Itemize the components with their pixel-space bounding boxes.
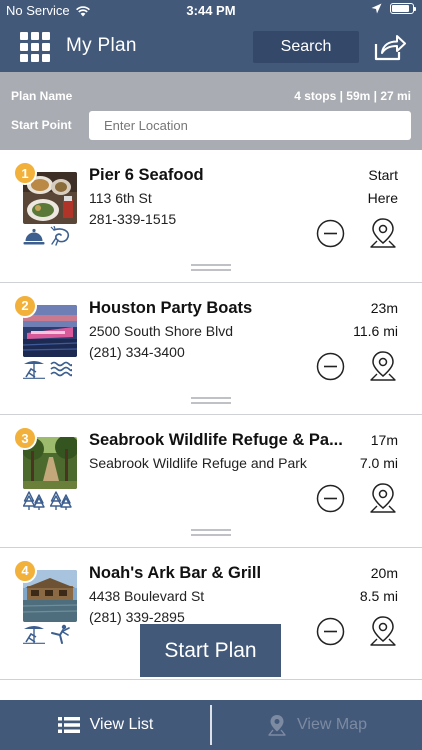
stop-name: Pier 6 Seafood [89, 166, 204, 184]
battery-fill [392, 5, 409, 12]
stop-address: 4438 Boulevard St [89, 587, 205, 604]
beach-chair-icon [23, 360, 45, 379]
drag-handle[interactable] [191, 396, 231, 404]
beach-chair-icon [23, 625, 45, 644]
stop-number-badge: 3 [13, 426, 37, 450]
stop-number-badge: 4 [13, 558, 37, 583]
stop-item[interactable]: 3 Seabrook Wildlife Refuge & Pa... Seabr… [0, 415, 422, 548]
stop-phone[interactable]: (281) 334-3400 [89, 344, 185, 360]
stop-travel-time: 23m [370, 299, 398, 316]
tab-view-list[interactable]: View List [0, 700, 211, 750]
status-bar: No Service 3:44 PM [0, 0, 422, 22]
stop-name: Noah's Ark Bar & Grill [89, 563, 262, 582]
trees-icon [23, 491, 45, 510]
location-arrow-icon [371, 3, 382, 14]
stop-phone[interactable]: 281-339-1515 [89, 211, 176, 227]
start-point-label: Start Point [11, 118, 72, 132]
nav-bar: My Plan Search [0, 22, 422, 72]
stop-distance: 7.0 mi [359, 455, 398, 471]
map-pin-icon[interactable] [368, 350, 398, 383]
trees-icon [50, 491, 72, 510]
plan-stats: 4 stops | 59m | 27 mi [294, 89, 411, 103]
waves-icon [50, 361, 72, 376]
remove-stop-icon[interactable] [316, 484, 345, 513]
stop-item[interactable]: 1 Pier 6 Seafood 113 6th St 281-339-1515… [0, 150, 422, 283]
map-pin-icon[interactable] [368, 482, 398, 515]
stop-address: 113 6th St [89, 190, 152, 206]
stop-category-icons [23, 624, 72, 644]
dining-cloche-icon [23, 228, 45, 245]
stop-number-badge: 2 [13, 293, 37, 318]
map-pin-icon[interactable] [368, 615, 398, 648]
start-location-input[interactable] [89, 111, 411, 140]
remove-stop-icon[interactable] [316, 617, 345, 646]
stop-phone[interactable]: (281) 339-2895 [89, 609, 185, 625]
map-pin-icon[interactable] [368, 217, 398, 250]
martial-arts-icon [51, 624, 70, 644]
stop-travel-time: 17m [370, 432, 398, 448]
plan-name-label: Plan Name [11, 89, 73, 103]
stop-name: Seabrook Wildlife Refuge & Pa... [89, 431, 343, 449]
bottom-tab-bar: View List View Map [0, 700, 422, 750]
stop-name: Houston Party Boats [89, 298, 253, 317]
stop-distance: 11.6 mi [353, 322, 398, 339]
share-export-icon [374, 35, 406, 61]
battery-icon [390, 3, 416, 14]
stop-travel-time: Start [368, 167, 398, 183]
stop-distance: Here [367, 190, 398, 206]
stop-category-icons [23, 226, 72, 246]
tab-view-map[interactable]: View Map [212, 700, 422, 750]
remove-stop-icon[interactable] [316, 219, 345, 248]
stop-category-icons [23, 359, 72, 379]
plan-header: Plan Name 4 stops | 59m | 27 mi Start Po… [0, 72, 422, 150]
tab-view-map-label: View Map [297, 716, 367, 733]
stop-number-badge: 1 [13, 161, 37, 185]
stop-distance: 8.5 mi [359, 587, 398, 604]
share-button[interactable] [372, 31, 408, 63]
page-title: My Plan [66, 35, 137, 56]
stop-item[interactable]: 2 Houston Party Boats 2500 South Shore B… [0, 282, 422, 415]
start-plan-button[interactable]: Start Plan [140, 624, 281, 677]
stop-travel-time: 20m [370, 564, 398, 581]
shrimp-icon [50, 226, 70, 246]
map-pin-icon [268, 715, 286, 736]
remove-stop-icon[interactable] [316, 352, 345, 381]
search-button[interactable]: Search [253, 31, 359, 63]
stops-list: 1 Pier 6 Seafood 113 6th St 281-339-1515… [0, 150, 422, 700]
drag-handle[interactable] [191, 529, 231, 536]
stop-category-icons [23, 491, 72, 511]
stop-address: 2500 South Shore Blvd [89, 322, 233, 339]
list-icon [57, 717, 80, 733]
grid-menu-icon[interactable] [20, 32, 50, 62]
app-root: No Service 3:44 PM My Plan Search Plan N… [0, 0, 422, 750]
stop-address: Seabrook Wildlife Refuge and Park [89, 455, 307, 471]
status-right [371, 3, 416, 14]
tab-view-list-label: View List [89, 716, 154, 733]
drag-handle[interactable] [191, 264, 231, 271]
status-time: 3:44 PM [186, 3, 236, 18]
